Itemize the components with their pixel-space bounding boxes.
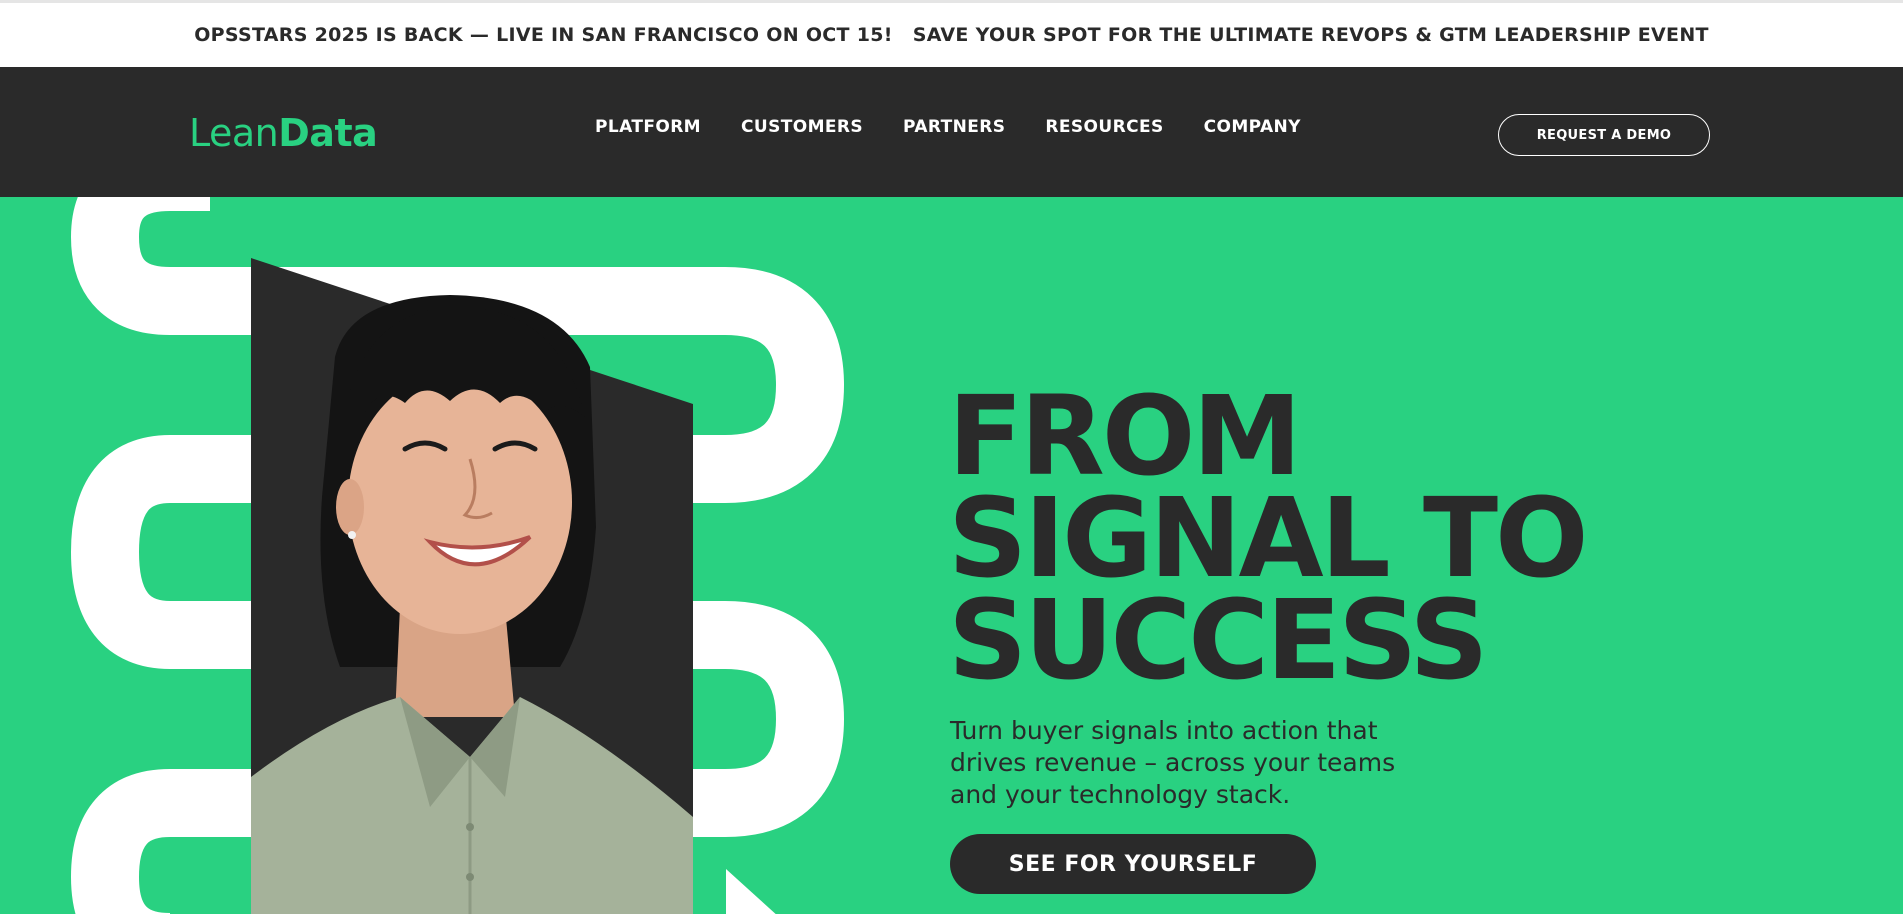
headline-line: FROM xyxy=(948,372,1302,500)
nav-item-company[interactable]: COMPANY xyxy=(1204,117,1301,137)
announcement-link-event[interactable]: OPSSTARS 2025 IS BACK — LIVE IN SAN FRAN… xyxy=(194,24,893,46)
nav-item-partners[interactable]: PARTNERS xyxy=(903,117,1005,137)
nav-item-platform[interactable]: PLATFORM xyxy=(595,117,701,137)
see-for-yourself-button[interactable]: SEE FOR YOURSELF xyxy=(950,834,1316,894)
request-demo-button[interactable]: REQUEST A DEMO xyxy=(1498,114,1710,156)
hero-headline: FROM SIGNAL TO SUCCESS xyxy=(948,372,1589,704)
nav-item-resources[interactable]: RESOURCES xyxy=(1045,117,1163,137)
logo-text-lean: Lean xyxy=(189,111,279,155)
hero-graphic xyxy=(71,197,844,914)
logo-text-data: Data xyxy=(278,111,378,155)
site-header: LeanData PLATFORM CUSTOMERS PARTNERS RES… xyxy=(0,67,1903,197)
leandata-logo[interactable]: LeanData xyxy=(189,111,378,155)
hero-subtext: Turn buyer signals into action that driv… xyxy=(950,716,1396,809)
announcement-link-register[interactable]: SAVE YOUR SPOT FOR THE ULTIMATE REVOPS &… xyxy=(913,24,1709,46)
hero-section: FROM SIGNAL TO SUCCESS Turn buyer signal… xyxy=(0,197,1903,914)
nav-item-customers[interactable]: CUSTOMERS xyxy=(741,117,863,137)
announcement-bar: OPSSTARS 2025 IS BACK — LIVE IN SAN FRAN… xyxy=(0,0,1903,67)
headline-line: SUCCESS xyxy=(948,576,1489,704)
main-nav: PLATFORM CUSTOMERS PARTNERS RESOURCES CO… xyxy=(595,117,1301,137)
headline-line: SIGNAL TO xyxy=(948,474,1589,602)
